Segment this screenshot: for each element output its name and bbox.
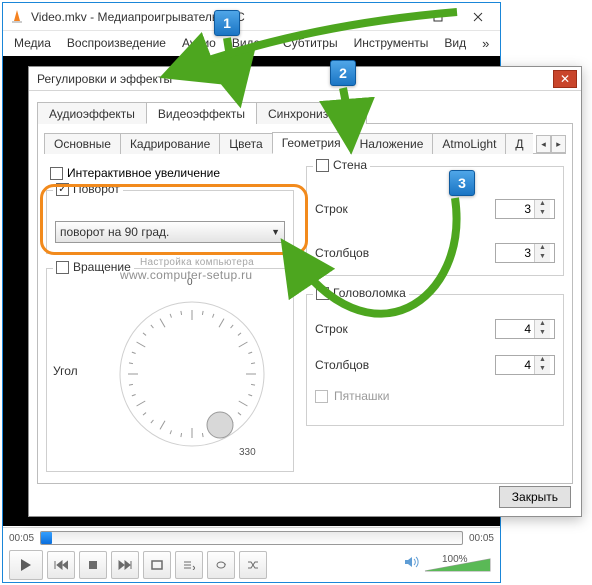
menu-video[interactable]: Видео xyxy=(225,33,274,53)
wall-legend: Стена xyxy=(333,158,367,172)
speaker-icon[interactable] xyxy=(404,555,420,574)
menu-media[interactable]: Медиа xyxy=(7,33,58,53)
puzzle-legend: Головоломка xyxy=(333,286,406,300)
maximize-button[interactable] xyxy=(418,4,458,30)
primary-tabs: Аудиоэффекты Видеоэффекты Синхронизация xyxy=(37,101,573,124)
progress-bar[interactable] xyxy=(40,531,463,545)
time-total: 00:05 xyxy=(469,533,494,544)
tab-overlay[interactable]: Наложение xyxy=(350,133,434,154)
interactive-zoom-checkbox[interactable] xyxy=(50,167,63,180)
interactive-zoom-label: Интерактивное увеличение xyxy=(67,166,220,180)
time-elapsed: 00:05 xyxy=(9,533,34,544)
tab-audio-effects[interactable]: Аудиоэффекты xyxy=(37,102,147,124)
rotation-dial[interactable] xyxy=(105,287,280,462)
puzzle-rows-label: Строк xyxy=(315,322,348,336)
angle-label: Угол xyxy=(53,364,78,378)
fifteen-label: Пятнашки xyxy=(334,389,390,403)
menu-tools[interactable]: Инструменты xyxy=(347,33,436,53)
wall-cols-spinner[interactable]: ▲▼ xyxy=(495,243,555,263)
close-button[interactable] xyxy=(458,4,498,30)
rotate-value: поворот на 90 град. xyxy=(60,225,169,239)
tab-basic[interactable]: Основные xyxy=(44,133,121,154)
dial-tick-330: 330 xyxy=(239,447,256,458)
watermark-line1: Настройка компьютера xyxy=(140,257,254,268)
vlc-cone-icon xyxy=(9,9,25,25)
wall-rows-spinner[interactable]: ▲▼ xyxy=(495,199,555,219)
dialog-title: Регулировки и эффекты xyxy=(37,72,172,86)
title-bar: Video.mkv - Медиапроигрыватель VLC xyxy=(3,3,500,31)
fifteen-checkbox[interactable] xyxy=(315,390,328,403)
menu-more-icon[interactable]: » xyxy=(475,33,496,54)
tab-video-effects[interactable]: Видеоэффекты xyxy=(146,102,257,124)
secondary-tabs: Основные Кадрирование Цвета Геометрия На… xyxy=(44,132,566,154)
tab-scroll-right[interactable]: ▸ xyxy=(551,135,566,153)
rotate-legend: Поворот xyxy=(73,182,120,196)
puzzle-checkbox[interactable] xyxy=(316,287,329,300)
wall-rows-label: Строк xyxy=(315,202,348,216)
menu-playback[interactable]: Воспроизведение xyxy=(60,33,173,53)
rotate-checkbox[interactable]: ✓ xyxy=(56,183,69,196)
fullscreen-button[interactable] xyxy=(143,551,171,579)
volume-value: 100% xyxy=(442,554,468,565)
tab-crop[interactable]: Кадрирование xyxy=(120,133,220,154)
shuffle-button[interactable] xyxy=(239,551,267,579)
wall-checkbox[interactable] xyxy=(316,159,329,172)
effects-dialog: Регулировки и эффекты ✕ Аудиоэффекты Вид… xyxy=(28,66,582,517)
puzzle-rows-spinner[interactable]: ▲▼ xyxy=(495,319,555,339)
tab-colors[interactable]: Цвета xyxy=(219,133,272,154)
controls-bar: 00:05 00:05 100% xyxy=(3,527,500,582)
menu-view[interactable]: Вид xyxy=(437,33,473,53)
menu-bar: Медиа Воспроизведение Аудио Видео Субтит… xyxy=(3,31,500,55)
play-button[interactable] xyxy=(9,550,43,580)
next-button[interactable] xyxy=(111,551,139,579)
dialog-title-bar: Регулировки и эффекты ✕ xyxy=(29,67,581,91)
volume-slider[interactable]: 100% xyxy=(424,556,494,574)
tab-atmolight[interactable]: AtmoLight xyxy=(432,133,506,154)
window-title: Video.mkv - Медиапроигрыватель VLC xyxy=(31,10,378,24)
tab-geometry[interactable]: Геометрия xyxy=(272,132,351,154)
playlist-button[interactable] xyxy=(175,551,203,579)
puzzle-cols-label: Столбцов xyxy=(315,358,369,372)
prev-button[interactable] xyxy=(47,551,75,579)
tab-more[interactable]: Д xyxy=(505,133,532,154)
dialog-close-button[interactable]: ✕ xyxy=(553,70,577,88)
menu-audio[interactable]: Аудио xyxy=(175,33,223,53)
loop-button[interactable] xyxy=(207,551,235,579)
tab-scroll-left[interactable]: ◂ xyxy=(536,135,551,153)
rotation-checkbox[interactable] xyxy=(56,261,69,274)
watermark-line2: www.computer-setup.ru xyxy=(120,268,252,282)
puzzle-cols-spinner[interactable]: ▲▼ xyxy=(495,355,555,375)
minimize-button[interactable] xyxy=(378,4,418,30)
menu-subtitle[interactable]: Субтитры xyxy=(276,33,345,53)
stop-button[interactable] xyxy=(79,551,107,579)
chevron-down-icon: ▼ xyxy=(271,227,280,237)
dialog-close-footer-button[interactable]: Закрыть xyxy=(499,486,571,508)
tab-synchronization[interactable]: Синхронизация xyxy=(256,102,367,124)
rotate-combobox[interactable]: поворот на 90 град. ▼ xyxy=(55,221,285,243)
wall-cols-label: Столбцов xyxy=(315,246,369,260)
